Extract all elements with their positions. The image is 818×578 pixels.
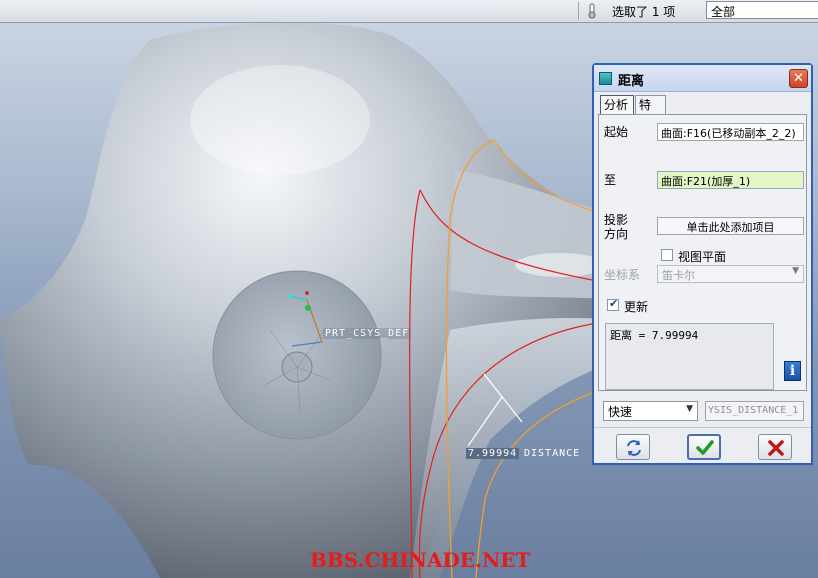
repeat-icon — [627, 440, 641, 456]
view-plane-label: 视图平面 — [678, 250, 727, 264]
surface-highlight — [190, 65, 370, 175]
to-label: 至 — [604, 173, 617, 187]
tab-feature[interactable]: 特征 — [635, 95, 666, 130]
csys-field-label: 坐标系 — [604, 268, 641, 282]
distance-dialog: 距离 ✕ 分析 特征 起始 曲面:F16(已移动副本_2_2) 至 曲面:F21… — [592, 63, 813, 465]
analysis-mode-value: 快速 — [608, 405, 633, 419]
close-button[interactable]: ✕ — [789, 69, 808, 88]
close-icon: ✕ — [793, 71, 804, 86]
distance-value-label: 7.99994 — [466, 448, 520, 459]
from-label: 起始 — [604, 125, 629, 139]
ok-button[interactable] — [687, 434, 721, 460]
check-icon — [696, 440, 714, 455]
csys-label: PRT_CSYS_DEF — [323, 328, 412, 339]
analysis-name-field[interactable]: YSIS_DISTANCE_1 — [705, 401, 804, 421]
close-icon — [768, 440, 784, 456]
from-reference-field[interactable]: 曲面:F16(已移动副本_2_2) — [657, 123, 804, 141]
result-text: 距离 = 7.99994 — [610, 329, 699, 342]
thermometer-icon — [588, 3, 596, 19]
watermark: BBS.CHINADE.NET — [310, 548, 531, 572]
to-reference-field[interactable]: 曲面:F21(加厚_1) — [657, 171, 804, 189]
dialog-button-row — [594, 427, 811, 464]
tab-analysis[interactable]: 分析 — [600, 95, 634, 114]
selection-status: 选取了 1 项 — [612, 5, 676, 19]
distance-name-label: DISTANCE — [524, 448, 581, 459]
selection-filter-dropdown[interactable]: 全部 — [706, 1, 818, 19]
projection-direction-field[interactable]: 单击此处添加项目 — [657, 217, 804, 235]
view-plane-checkbox[interactable] — [661, 249, 673, 261]
dialog-title: 距离 — [618, 74, 645, 89]
result-display: 距离 = 7.99994 — [605, 323, 774, 390]
refresh-label: 更新 — [624, 300, 649, 314]
analysis-panel: 起始 曲面:F16(已移动副本_2_2) 至 曲面:F21(加厚_1) 投影 方… — [598, 114, 807, 391]
csys-dropdown[interactable]: 笛卡尔 ▼ — [657, 265, 804, 283]
analysis-mode-dropdown[interactable]: 快速 ▼ — [603, 401, 698, 421]
repeat-button[interactable] — [616, 434, 650, 460]
refresh-checkbox[interactable]: ✔ — [607, 297, 619, 311]
info-icon[interactable]: i — [784, 361, 801, 381]
projection-label-line2: 方向 — [604, 227, 629, 241]
status-bar: 选取了 1 项 全部 — [0, 0, 818, 23]
csys-dropdown-value: 笛卡尔 — [662, 269, 695, 282]
chevron-down-icon: ▼ — [792, 266, 799, 276]
dialog-titlebar[interactable]: 距离 ✕ — [594, 65, 811, 92]
dialog-app-icon — [599, 72, 612, 85]
chevron-down-icon: ▼ — [686, 404, 693, 414]
checkmark-icon: ✔ — [609, 297, 619, 310]
status-separator — [578, 2, 579, 20]
cancel-button[interactable] — [758, 434, 792, 460]
